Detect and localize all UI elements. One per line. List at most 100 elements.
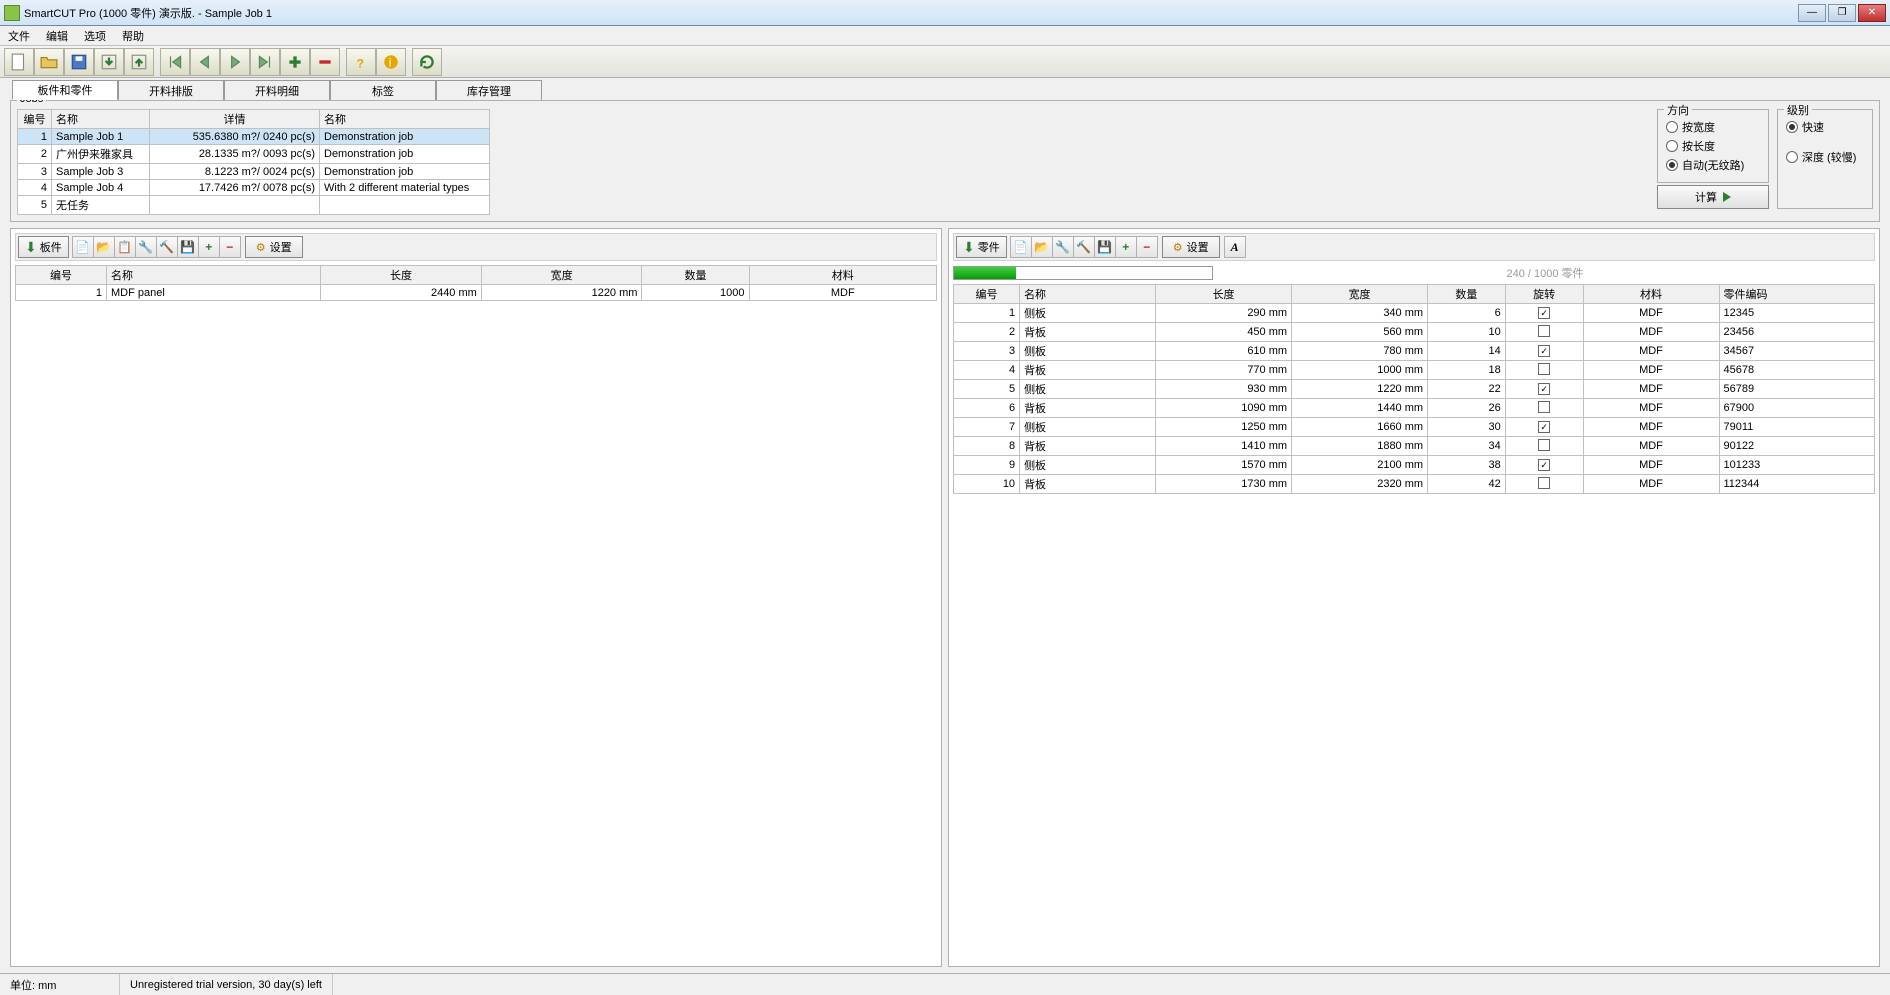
parts-row[interactable]: 8背板1410 mm1880 mm34MDF90122 [954, 437, 1875, 456]
minimize-button[interactable]: — [1798, 4, 1826, 22]
tab-labels[interactable]: 标签 [330, 80, 436, 100]
panels-table[interactable]: 编号 名称 长度 宽度 数量 材料 1MDF panel2440 mm1220 … [15, 265, 937, 301]
parts-row[interactable]: 5侧板930 mm1220 mm22✓MDF56789 [954, 380, 1875, 399]
tb-new-icon[interactable] [4, 48, 34, 76]
jobs-row[interactable]: 1Sample Job 1535.6380 m?/ 0240 pc(s)Demo… [18, 129, 490, 145]
panels-add-icon[interactable]: + [198, 236, 220, 258]
radio-fast[interactable]: 快速 [1786, 119, 1862, 135]
panels-remove-icon[interactable]: − [219, 236, 241, 258]
svg-text:i: i [389, 55, 392, 69]
parts-open-icon[interactable]: 📂 [1031, 236, 1053, 258]
checkbox-icon[interactable]: ✓ [1538, 459, 1550, 471]
jobs-row[interactable]: 5无任务 [18, 196, 490, 215]
panels-row[interactable]: 1MDF panel2440 mm1220 mm1000MDF [16, 285, 937, 301]
parts-row[interactable]: 2背板450 mm560 mm10MDF23456 [954, 323, 1875, 342]
panels-tool2-icon[interactable]: 🔨 [156, 236, 178, 258]
panels-copy-icon[interactable]: 📋 [114, 236, 136, 258]
tb-next-icon[interactable] [220, 48, 250, 76]
radio-auto[interactable]: 自动(无纹路) [1666, 157, 1758, 173]
parts-row[interactable]: 10背板1730 mm2320 mm42MDF112344 [954, 475, 1875, 494]
gear-icon: ⚙ [256, 241, 266, 254]
jobs-col-desc[interactable]: 名称 [320, 110, 490, 129]
jobs-col-no[interactable]: 编号 [18, 110, 52, 129]
menu-file[interactable]: 文件 [4, 28, 34, 44]
parts-tool1-icon[interactable]: 🔧 [1052, 236, 1074, 258]
parts-remove-icon[interactable]: − [1136, 236, 1158, 258]
jobs-row[interactable]: 4Sample Job 417.7426 m?/ 0078 pc(s)With … [18, 180, 490, 196]
parts-row[interactable]: 4背板770 mm1000 mm18MDF45678 [954, 361, 1875, 380]
jobs-col-name[interactable]: 名称 [52, 110, 150, 129]
parts-row[interactable]: 3侧板610 mm780 mm14✓MDF34567 [954, 342, 1875, 361]
parts-tool2-icon[interactable]: 🔨 [1073, 236, 1095, 258]
parts-save-icon[interactable]: 💾 [1094, 236, 1116, 258]
panels-new-icon[interactable]: 📄 [72, 236, 94, 258]
checkbox-icon[interactable]: ✓ [1538, 421, 1550, 433]
checkbox-icon[interactable] [1538, 363, 1550, 375]
checkbox-icon[interactable]: ✓ [1538, 383, 1550, 395]
titlebar: SmartCUT Pro (1000 零件) 演示版. - Sample Job… [0, 0, 1890, 26]
tabbar: 板件和零件 开料排版 开料明细 标签 库存管理 [0, 78, 1890, 100]
parts-new-icon[interactable]: 📄 [1010, 236, 1032, 258]
calculate-button[interactable]: 计算 [1657, 185, 1769, 209]
tb-last-icon[interactable] [250, 48, 280, 76]
tab-cutlist[interactable]: 开料明细 [224, 80, 330, 100]
parts-add-icon[interactable]: + [1115, 236, 1137, 258]
parts-row[interactable]: 9侧板1570 mm2100 mm38✓MDF101233 [954, 456, 1875, 475]
parts-progress [953, 266, 1213, 280]
checkbox-icon[interactable] [1538, 325, 1550, 337]
tb-export-icon[interactable] [124, 48, 154, 76]
checkbox-icon[interactable]: ✓ [1538, 307, 1550, 319]
panels-open-icon[interactable]: 📂 [93, 236, 115, 258]
parts-row[interactable]: 6背板1090 mm1440 mm26MDF67900 [954, 399, 1875, 418]
tb-remove-icon[interactable] [310, 48, 340, 76]
menu-help[interactable]: 帮助 [118, 28, 148, 44]
down-arrow-icon: ⬇ [25, 240, 37, 254]
parts-font-icon[interactable]: A [1224, 236, 1246, 258]
parts-row[interactable]: 1侧板290 mm340 mm6✓MDF12345 [954, 304, 1875, 323]
parts-pane: ⬇零件 📄 📂 🔧 🔨 💾 + − ⚙设置 A 240 / 1000 零件 编号… [948, 228, 1880, 967]
tb-add-icon[interactable] [280, 48, 310, 76]
parts-row[interactable]: 7侧板1250 mm1660 mm30✓MDF79011 [954, 418, 1875, 437]
radio-deep[interactable]: 深度 (较慢) [1786, 149, 1862, 165]
checkbox-icon[interactable] [1538, 401, 1550, 413]
tb-save-icon[interactable] [64, 48, 94, 76]
direction-fieldset: 方向 按宽度 按长度 自动(无纹路) [1657, 109, 1769, 183]
tb-open-icon[interactable] [34, 48, 64, 76]
radio-by-width[interactable]: 按宽度 [1666, 119, 1758, 135]
checkbox-icon[interactable] [1538, 477, 1550, 489]
tb-info-icon[interactable]: i [376, 48, 406, 76]
tb-first-icon[interactable] [160, 48, 190, 76]
tb-import-icon[interactable] [94, 48, 124, 76]
svg-text:?: ? [357, 56, 365, 70]
panels-settings-button[interactable]: ⚙设置 [245, 236, 303, 258]
jobs-row[interactable]: 3Sample Job 38.1223 m?/ 0024 pc(s)Demons… [18, 164, 490, 180]
menu-edit[interactable]: 编辑 [42, 28, 72, 44]
tb-prev-icon[interactable] [190, 48, 220, 76]
level-fieldset: 级别 快速 深度 (较慢) [1777, 109, 1873, 209]
panels-label[interactable]: ⬇板件 [18, 236, 69, 258]
tb-refresh-icon[interactable] [412, 48, 442, 76]
jobs-group: Jobs 编号 名称 详情 名称 1Sample Job 1535.6380 m… [10, 100, 1880, 222]
tab-panels-parts[interactable]: 板件和零件 [12, 80, 118, 100]
parts-settings-button[interactable]: ⚙设置 [1162, 236, 1220, 258]
close-button[interactable]: ✕ [1858, 4, 1886, 22]
tb-help-icon[interactable]: ? [346, 48, 376, 76]
maximize-button[interactable]: ❐ [1828, 4, 1856, 22]
jobs-row[interactable]: 2广州伊来雅家具28.1335 m?/ 0093 pc(s)Demonstrat… [18, 145, 490, 164]
tab-inventory[interactable]: 库存管理 [436, 80, 542, 100]
radio-by-length[interactable]: 按长度 [1666, 138, 1758, 154]
down-arrow-icon: ⬇ [963, 240, 975, 254]
panels-save-icon[interactable]: 💾 [177, 236, 199, 258]
jobs-table[interactable]: 编号 名称 详情 名称 1Sample Job 1535.6380 m?/ 02… [17, 109, 490, 215]
tab-layout[interactable]: 开料排版 [118, 80, 224, 100]
parts-label[interactable]: ⬇零件 [956, 236, 1007, 258]
checkbox-icon[interactable]: ✓ [1538, 345, 1550, 357]
jobs-col-detail[interactable]: 详情 [150, 110, 320, 129]
menu-options[interactable]: 选项 [80, 28, 110, 44]
app-icon [4, 5, 20, 21]
status-unit: 单位: mm [0, 974, 120, 995]
statusbar: 单位: mm Unregistered trial version, 30 da… [0, 973, 1890, 995]
checkbox-icon[interactable] [1538, 439, 1550, 451]
parts-table[interactable]: 编号 名称 长度 宽度 数量 旋转 材料 零件编码 1侧板290 mm340 m… [953, 284, 1875, 494]
panels-tool1-icon[interactable]: 🔧 [135, 236, 157, 258]
